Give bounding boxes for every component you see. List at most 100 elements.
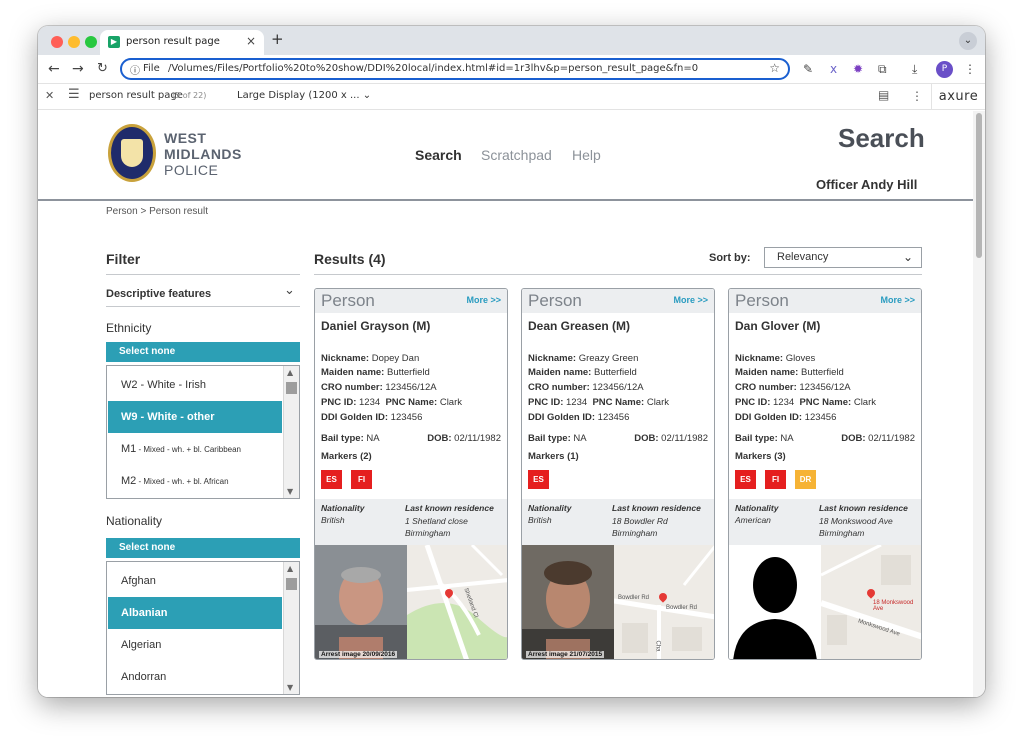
field-value: Gloves (785, 353, 816, 364)
silhouette-photo[interactable] (729, 545, 821, 659)
maiden-row: Maiden name: Butterfield (528, 367, 637, 378)
scroll-down-icon[interactable]: ▼ (287, 683, 293, 692)
tab-search-button[interactable]: ⌄ (959, 32, 977, 50)
police-crest-logo (108, 124, 156, 182)
list-item[interactable]: Andorran (108, 661, 282, 693)
marker-badge[interactable]: ES (528, 470, 549, 489)
list-item-selected[interactable]: Albanian (108, 597, 282, 629)
marker-badge[interactable]: FI (765, 470, 786, 489)
card-header: Person More >> (315, 289, 507, 313)
more-link[interactable]: More >> (466, 295, 501, 305)
address-bar[interactable]: ⓘ File /Volumes/Files/Portfolio%20to%20s… (120, 58, 790, 80)
profile-avatar[interactable]: P (936, 61, 953, 78)
field-value: NA (366, 433, 380, 444)
scroll-thumb[interactable] (286, 382, 297, 394)
golden-row: DDI Golden ID: 123456 (321, 412, 422, 423)
list-item-selected[interactable]: W9 - White - other (108, 401, 282, 433)
field-label: DOB: (634, 433, 659, 444)
nationality-label: Nationality (735, 503, 779, 513)
close-tab-icon[interactable]: × (246, 34, 256, 48)
descriptive-features-heading[interactable]: Descriptive features (106, 288, 211, 300)
location-map[interactable]: Bowdler Rd Bowdler Rd Cha (614, 545, 714, 659)
sort-dropdown[interactable]: Relevancy ⌄ (764, 247, 922, 268)
more-link[interactable]: More >> (880, 295, 915, 305)
nav-search[interactable]: Search (415, 147, 462, 163)
reload-button[interactable]: ↻ (97, 61, 108, 76)
info-icon[interactable]: ⓘ (130, 62, 140, 77)
ethnicity-listbox[interactable]: W2 - White - Irish W9 - White - other M1… (106, 365, 300, 499)
person-result-card[interactable]: Person More >> Daniel Grayson (M) Nickna… (314, 288, 508, 660)
puzzle-gear-extension-icon[interactable]: ✹ (853, 62, 863, 76)
marker-badge[interactable]: ES (321, 470, 342, 489)
residence-line: Birmingham (819, 528, 865, 538)
residence-value: 1 Shetland close Birmingham (405, 515, 468, 539)
download-icon[interactable]: ⤓ (912, 62, 917, 77)
list-item[interactable]: Algerian (108, 629, 282, 661)
scroll-thumb[interactable] (976, 113, 982, 258)
breadcrumb[interactable]: Person > Person result (106, 206, 208, 217)
maiden-row: Maiden name: Butterfield (321, 367, 430, 378)
person-name: Dan Glover (M) (735, 319, 821, 333)
marker-badge[interactable]: DR (795, 470, 816, 489)
field-value: Dopey Dan (371, 353, 420, 364)
browser-menu-icon[interactable]: ⋮ (964, 62, 976, 76)
more-link[interactable]: More >> (673, 295, 708, 305)
minimize-window-button[interactable] (68, 36, 80, 48)
list-item[interactable]: M2 - Mixed - wh. + bl. African (108, 465, 282, 497)
nav-scratchpad[interactable]: Scratchpad (481, 147, 552, 163)
divider (314, 274, 922, 275)
map-graphic (614, 545, 714, 659)
photo-caption: Arrest image 21/07/2015 (526, 651, 605, 658)
marker-badge[interactable]: FI (351, 470, 372, 489)
new-tab-button[interactable]: + (271, 30, 284, 48)
location-map[interactable]: 18 Monkswood Ave Monkswood Ave (821, 545, 921, 659)
more-options-icon[interactable]: ⋮ (911, 89, 923, 103)
residence-line: 1 Shetland close (405, 516, 468, 526)
eyedropper-extension-icon[interactable]: ✎ (803, 62, 813, 76)
x-extension-icon[interactable]: x (830, 62, 837, 76)
arrest-photo[interactable]: Arrest image 20/09/2016 (315, 545, 407, 659)
cro-row: CRO number: 123456/12A (321, 382, 437, 393)
field-value: 123456/12A (385, 382, 437, 393)
dob-row: DOB: 02/11/1982 (427, 433, 501, 444)
list-item[interactable]: Afghan (108, 565, 282, 597)
bookmark-star-icon[interactable]: ☆ (769, 61, 780, 75)
back-button[interactable]: ← (48, 61, 60, 77)
person-result-card[interactable]: Person More >> Dan Glover (M) Nickname: … (728, 288, 922, 660)
nationality-select-none-button[interactable]: Select none (106, 538, 300, 558)
location-map[interactable]: Shetland Cl (407, 545, 507, 659)
listbox-scrollbar[interactable]: ▲ ▼ (283, 562, 299, 694)
field-value: 02/11/1982 (661, 433, 708, 444)
marker-badge[interactable]: ES (735, 470, 756, 489)
scroll-up-icon[interactable]: ▲ (287, 368, 293, 377)
person-name: Dean Greasen (M) (528, 319, 631, 333)
listbox-scrollbar[interactable]: ▲ ▼ (283, 366, 299, 498)
nationality-listbox[interactable]: Afghan Albanian Algerian Andorran ▲ ▼ (106, 561, 300, 695)
list-item[interactable]: M1 - Mixed - wh. + bl. Caribbean (108, 433, 282, 465)
page-scrollbar[interactable] (973, 111, 985, 697)
close-sidebar-icon[interactable]: ✕ (45, 89, 54, 102)
field-label: DDI Golden ID: (528, 412, 596, 423)
scroll-thumb[interactable] (286, 578, 297, 590)
url-text[interactable]: /Volumes/Files/Portfolio%20to%20show/DDI… (168, 63, 698, 74)
field-value: 123456/12A (592, 382, 644, 393)
nav-help[interactable]: Help (572, 147, 601, 163)
browser-tab[interactable]: ▶ person result page × (100, 30, 264, 55)
nationality-label: Nationality (106, 514, 163, 528)
arrest-photo[interactable]: Arrest image 21/07/2015 (522, 545, 614, 659)
ethnicity-select-none-button[interactable]: Select none (106, 342, 300, 362)
golden-row: DDI Golden ID: 123456 (528, 412, 629, 423)
page-favicon-icon: ▶ (108, 36, 120, 48)
scroll-down-icon[interactable]: ▼ (287, 487, 293, 496)
close-window-button[interactable] (51, 36, 63, 48)
notes-icon[interactable]: ▤ (878, 88, 889, 102)
maximize-window-button[interactable] (85, 36, 97, 48)
extensions-icon[interactable]: ⧉ (878, 62, 887, 77)
person-result-card[interactable]: Person More >> Dean Greasen (M) Nickname… (521, 288, 715, 660)
forward-button[interactable]: → (72, 61, 84, 77)
list-item[interactable]: W2 - White - Irish (108, 369, 282, 401)
sitemap-menu-icon[interactable]: ☰ (68, 87, 80, 102)
scroll-up-icon[interactable]: ▲ (287, 564, 293, 573)
display-size-dropdown[interactable]: Large Display (1200 x ... ⌄ (237, 90, 371, 101)
chevron-down-icon[interactable]: ⌄ (284, 283, 295, 298)
